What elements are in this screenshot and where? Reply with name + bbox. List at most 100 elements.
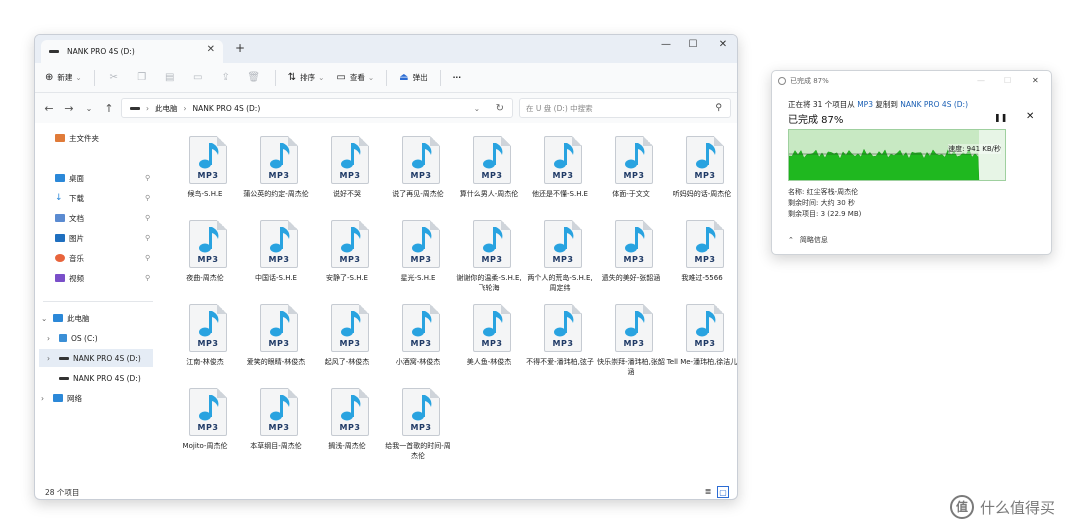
sort-icon: ⇅: [287, 72, 297, 83]
up-arrow-icon[interactable]: ↑: [99, 102, 119, 115]
file-item[interactable]: MP3 两个人的荒岛-S.H.E,周定纬: [524, 215, 596, 299]
file-item[interactable]: MP3 说好不哭: [311, 131, 383, 215]
sidebar-item-label: 图片: [69, 233, 84, 243]
source-link[interactable]: MP3: [857, 100, 873, 109]
recent-chevron-icon[interactable]: ⌄: [79, 104, 99, 113]
pause-icon[interactable]: ❚❚: [994, 113, 1007, 122]
mp3-file-icon: MP3: [686, 220, 724, 268]
sort-button[interactable]: ⇅ 排序 ⌄: [288, 72, 325, 83]
breadcrumb-drive[interactable]: NANK PRO 4S (D:): [193, 104, 261, 113]
file-item[interactable]: MP3 Mojito-周杰伦: [169, 383, 241, 467]
address-bar: ← → ⌄ ↑ › 此电脑 › NANK PRO 4S (D:) ⌄ ↻ 在 U…: [35, 93, 737, 123]
mp3-file-icon: MP3: [189, 388, 227, 436]
view-button[interactable]: ▭ 查看 ⌄: [336, 72, 374, 83]
file-item[interactable]: MP3 算什么男人-周杰伦: [453, 131, 525, 215]
item-count: 28 个项目: [45, 487, 80, 497]
close-button[interactable]: ✕: [708, 39, 737, 50]
file-item[interactable]: MP3 遗失的美好-张韶涵: [595, 215, 667, 299]
file-item[interactable]: MP3 美人鱼-林俊杰: [453, 299, 525, 383]
file-item[interactable]: MP3 安静了-S.H.E: [311, 215, 383, 299]
chevron-down-icon[interactable]: ⌄: [474, 104, 480, 113]
file-name: 爱笑的眼睛-林俊杰: [246, 358, 306, 366]
more-options-button[interactable]: ···: [453, 73, 462, 82]
pictures-icon: [55, 234, 65, 242]
pin-icon[interactable]: ⚲: [145, 234, 150, 242]
tab-close-icon[interactable]: ✕: [207, 44, 215, 55]
copy-icon[interactable]: ❐: [135, 72, 149, 83]
sidebar-item-downloads[interactable]: ↓ 下载 ⚲: [55, 189, 159, 207]
sidebar-item-desktop[interactable]: 桌面 ⚲: [55, 169, 159, 187]
dialog-close-button[interactable]: ✕: [1032, 76, 1039, 85]
file-item[interactable]: MP3 本草纲目-周杰伦: [240, 383, 312, 467]
delete-icon[interactable]: 🗑: [247, 72, 261, 83]
pin-icon[interactable]: ⚲: [145, 194, 150, 202]
file-item[interactable]: MP3 Tell Me-潘玮柏,徐洁儿: [666, 299, 737, 383]
sidebar-item-drive-d-root[interactable]: NANK PRO 4S (D:): [59, 369, 141, 387]
file-name: 小酒窝-林俊杰: [395, 358, 441, 366]
pin-icon[interactable]: ⚲: [145, 174, 150, 182]
maximize-button[interactable]: ☐: [678, 39, 708, 50]
plus-circle-icon: ⊕: [45, 72, 54, 83]
back-arrow-icon[interactable]: ←: [39, 102, 59, 115]
sidebar-item-videos[interactable]: 视频 ⚲: [55, 269, 159, 287]
file-item[interactable]: MP3 不得不爱-潘玮柏,弦子: [524, 299, 596, 383]
file-item[interactable]: MP3 我难过-5566: [666, 215, 737, 299]
new-button[interactable]: ⊕ 新建 ⌄: [45, 72, 82, 83]
breadcrumb[interactable]: › 此电脑 › NANK PRO 4S (D:) ⌄ ↻: [121, 98, 513, 118]
forward-arrow-icon[interactable]: →: [59, 102, 79, 115]
file-item[interactable]: MP3 爱笑的眼睛-林俊杰: [240, 299, 312, 383]
file-item[interactable]: MP3 听妈妈的话-周杰伦: [666, 131, 737, 215]
pin-icon[interactable]: ⚲: [145, 214, 150, 222]
file-item[interactable]: MP3 夜曲-周杰伦: [169, 215, 241, 299]
pin-icon[interactable]: ⚲: [145, 254, 150, 262]
file-item[interactable]: MP3 蒲公英的约定-周杰伦: [240, 131, 312, 215]
cut-icon[interactable]: ✂: [107, 72, 121, 83]
sidebar-item-pictures[interactable]: 图片 ⚲: [55, 229, 159, 247]
file-name: 算什么男人-周杰伦: [459, 190, 519, 198]
chevron-down-icon: ⌄: [318, 73, 325, 82]
sidebar-item-drive-d[interactable]: › NANK PRO 4S (D:): [39, 349, 153, 367]
sidebar-item-os[interactable]: › OS (C:): [47, 329, 98, 347]
destination-link[interactable]: NANK PRO 4S (D:): [900, 100, 968, 109]
file-type-badge: MP3: [410, 339, 432, 348]
tiles-view-icon[interactable]: ▢: [717, 486, 729, 498]
paste-icon[interactable]: ▤: [163, 72, 177, 83]
new-tab-button[interactable]: +: [235, 41, 245, 55]
search-input[interactable]: 在 U 盘 (D:) 中搜索 ⚲: [519, 98, 731, 118]
sidebar-item-home[interactable]: 主文件夹: [55, 129, 99, 147]
chevron-down-icon: ⌄: [75, 73, 82, 82]
sidebar-item-documents[interactable]: 文档 ⚲: [55, 209, 159, 227]
sidebar-item-music[interactable]: 音乐 ⚲: [55, 249, 159, 267]
breadcrumb-this-pc[interactable]: 此电脑: [155, 103, 178, 114]
refresh-icon[interactable]: ↻: [496, 103, 504, 114]
file-item[interactable]: MP3 搁浅-周杰伦: [311, 383, 383, 467]
file-item[interactable]: MP3 起风了-林俊杰: [311, 299, 383, 383]
rename-icon[interactable]: ▭: [191, 72, 205, 83]
file-item[interactable]: MP3 说了再见-周杰伦: [382, 131, 454, 215]
file-item[interactable]: MP3 中国话-S.H.E: [240, 215, 312, 299]
sidebar-item-network[interactable]: › 网络: [41, 389, 82, 407]
chevron-right-icon: ›: [183, 103, 187, 113]
file-item[interactable]: MP3 江南-林俊杰: [169, 299, 241, 383]
minimize-button[interactable]: —: [651, 39, 681, 50]
fewer-details-button[interactable]: ⌃ 简略信息: [788, 235, 828, 245]
file-item[interactable]: MP3 给我一首歌的时间-周杰伦: [382, 383, 454, 467]
details-view-icon[interactable]: ≣: [702, 486, 714, 498]
file-item[interactable]: MP3 候鸟-S.H.E: [169, 131, 241, 215]
eject-button[interactable]: ⏏ 弹出: [399, 72, 427, 83]
file-item[interactable]: MP3 小酒窝-林俊杰: [382, 299, 454, 383]
pin-icon[interactable]: ⚲: [145, 274, 150, 282]
dialog-minimize-button[interactable]: —: [977, 76, 985, 85]
sidebar-item-this-pc[interactable]: ⌄ 此电脑: [41, 309, 90, 327]
file-item[interactable]: MP3 星光-S.H.E: [382, 215, 454, 299]
chevron-up-icon: ⌃: [788, 236, 794, 244]
tab-drive-d[interactable]: NANK PRO 4S (D:) ✕: [41, 40, 223, 63]
file-item[interactable]: MP3 他还是不懂-S.H.E: [524, 131, 596, 215]
file-item[interactable]: MP3 谢谢你的温柔-S.H.E,飞轮海: [453, 215, 525, 299]
share-icon[interactable]: ⇪: [219, 72, 233, 83]
file-item[interactable]: MP3 体面-于文文: [595, 131, 667, 215]
file-item[interactable]: MP3 快乐崇拜-潘玮柏,张韶涵: [595, 299, 667, 383]
copy-progress-dialog: 已完成 87% — ☐ ✕ 正在将 31 个项目从 MP3 复制到 NANK P…: [771, 70, 1052, 255]
cancel-icon[interactable]: ✕: [1026, 111, 1034, 122]
dialog-maximize-button[interactable]: ☐: [1004, 76, 1011, 85]
